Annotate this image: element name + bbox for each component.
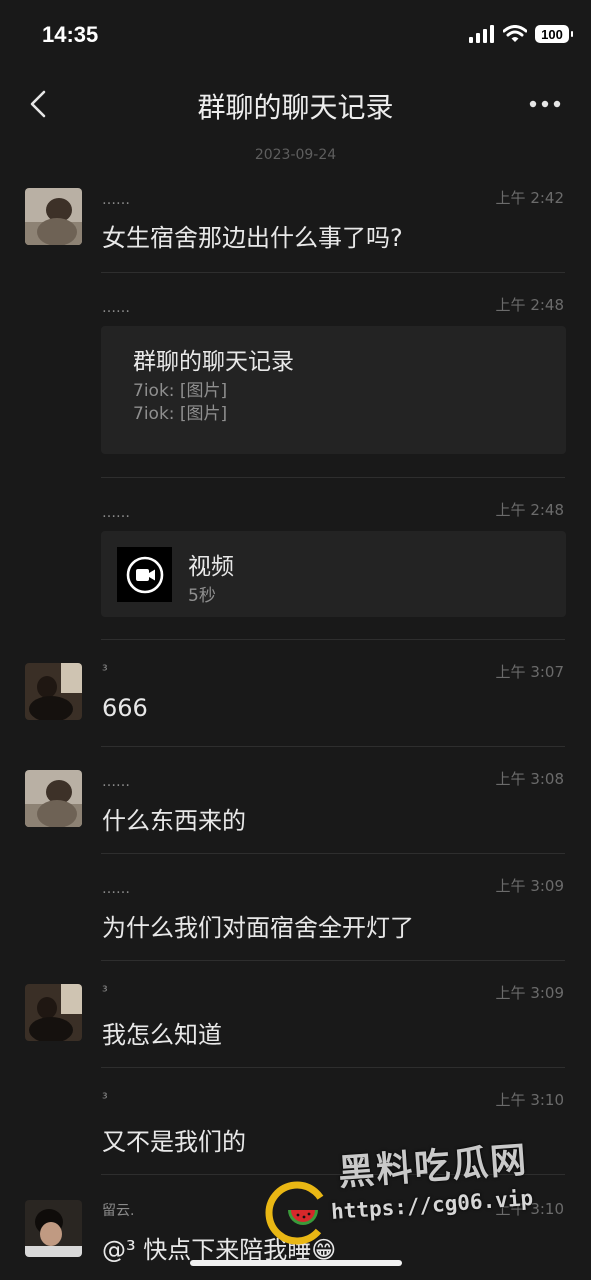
battery-level: 100 — [541, 26, 563, 42]
chat-message[interactable]: …… 上午 2:42 女生宿舍那边出什么事了吗? — [0, 180, 591, 273]
video-card[interactable]: 视频 5秒 — [101, 531, 566, 617]
message-time: 上午 2:48 — [495, 296, 564, 314]
sender-name: ³ — [102, 1091, 108, 1107]
divider — [101, 960, 565, 961]
divider — [101, 272, 565, 273]
message-time: 上午 3:10 — [495, 1091, 564, 1109]
chat-history-line: 7iok: [图片] — [133, 381, 228, 401]
message-time: 上午 3:09 — [495, 877, 564, 895]
sender-name: ³ — [102, 663, 108, 679]
page-title: 群聊的聊天记录 — [197, 91, 394, 124]
sender-name: …… — [102, 774, 130, 790]
message-time: 上午 3:07 — [495, 663, 564, 681]
date-separator: 2023-09-24 — [254, 147, 337, 163]
message-time: 上午 2:48 — [495, 501, 564, 519]
divider — [101, 853, 565, 854]
chat-history-title: 群聊的聊天记录 — [133, 349, 294, 375]
sender-name: 留云. — [102, 1203, 135, 1219]
avatar[interactable] — [25, 188, 82, 245]
message-time: 上午 3:09 — [495, 984, 564, 1002]
watermark: 黑料吃瓜网 https://cg06.vip — [262, 1140, 572, 1245]
wifi-icon — [503, 25, 527, 42]
status-time: 14:35 — [42, 22, 99, 47]
divider — [101, 477, 565, 478]
divider — [101, 639, 565, 640]
chat-history-line: 7iok: [图片] — [133, 404, 228, 424]
status-bar: 14:35 100 — [0, 0, 591, 72]
video-duration: 5秒 — [188, 586, 216, 606]
video-label: 视频 — [188, 554, 234, 580]
message-time: 上午 3:08 — [495, 770, 564, 788]
message-text: 为什么我们对面宿舍全开灯了 — [102, 914, 414, 942]
more-options-button[interactable] — [523, 86, 567, 122]
battery-icon: 100 — [535, 25, 573, 43]
nav-bar: 群聊的聊天记录 — [0, 72, 591, 138]
video-camera-icon — [117, 547, 172, 602]
sender-name: …… — [102, 881, 130, 897]
divider — [101, 746, 565, 747]
avatar[interactable] — [25, 663, 82, 720]
chat-message[interactable]: ³ 上午 3:09 我怎么知道 — [0, 976, 591, 1068]
message-text: 又不是我们的 — [102, 1128, 246, 1156]
sender-name: …… — [102, 505, 130, 521]
message-text: 我怎么知道 — [102, 1021, 222, 1049]
sender-name: ³ — [102, 984, 108, 1000]
sender-name: …… — [102, 300, 130, 316]
chat-message[interactable]: …… 上午 3:08 什么东西来的 — [0, 762, 591, 854]
watermelon-logo-icon — [265, 1181, 329, 1245]
message-time: 上午 2:42 — [495, 189, 564, 207]
avatar[interactable] — [25, 1200, 82, 1257]
sender-name: …… — [102, 192, 130, 208]
chat-message[interactable]: …… 上午 2:48 群聊的聊天记录 7iok: [图片] 7iok: [图片] — [0, 288, 591, 478]
message-text: 女生宿舍那边出什么事了吗? — [102, 224, 403, 252]
status-icons: 100 — [469, 25, 573, 43]
avatar[interactable] — [25, 984, 82, 1041]
chat-message[interactable]: …… 上午 2:48 视频 5秒 — [0, 493, 591, 640]
message-text: 什么东西来的 — [102, 807, 246, 835]
chat-history-card[interactable]: 群聊的聊天记录 7iok: [图片] 7iok: [图片] — [101, 326, 566, 454]
avatar[interactable] — [25, 770, 82, 827]
home-indicator[interactable] — [190, 1260, 402, 1266]
chat-message[interactable]: ³ 上午 3:07 666 — [0, 655, 591, 747]
more-dots-icon — [529, 100, 561, 108]
cellular-signal-icon — [469, 25, 494, 43]
chat-message[interactable]: …… 上午 3:09 为什么我们对面宿舍全开灯了 — [0, 869, 591, 961]
message-text: 666 — [102, 694, 148, 722]
divider — [101, 1067, 565, 1068]
